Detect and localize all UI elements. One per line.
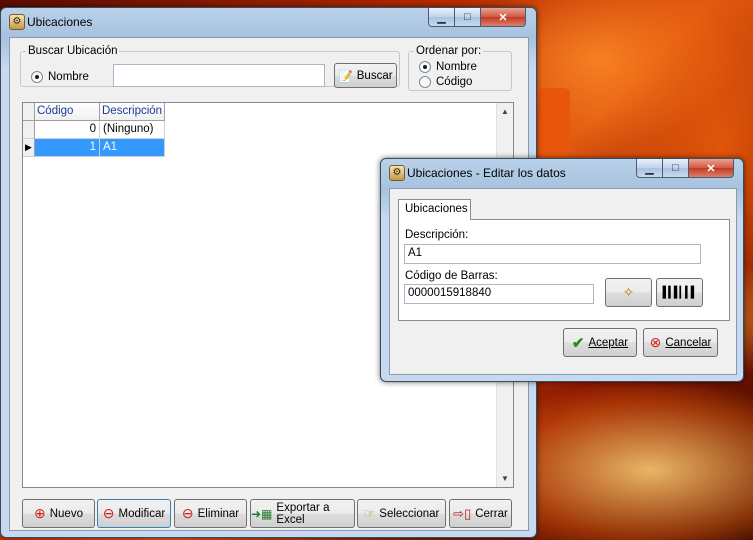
cell-codigo[interactable]: 1 [35,139,100,157]
radio-order-nombre[interactable]: Nombre [419,61,477,73]
scroll-down-icon[interactable]: ▼ [497,470,513,487]
codigo-barras-label: Código de Barras: [405,270,498,282]
minimize-button[interactable]: ▁ [636,159,663,178]
search-group-legend: Buscar Ubicación [28,45,118,57]
modificar-button-label: Modificar [118,507,166,520]
cancel-icon: ⊗ [649,334,662,350]
radio-indicator [31,71,43,83]
modificar-button[interactable]: ⊖ Modificar [97,499,171,528]
radio-order-codigo[interactable]: Código [419,76,472,88]
caption-buttons: ▁ □ ✕ [428,8,526,28]
cancelar-button-label: Cancelar [665,336,712,349]
add-icon: ⊕ [34,505,46,521]
maximize-button[interactable]: □ [455,8,481,27]
search-input[interactable] [113,64,325,87]
exportar-button-label: Exportar a Excel [276,501,330,526]
row-header[interactable] [23,121,35,139]
search-button[interactable]: 📝 Buscar [334,63,397,88]
seleccionar-button[interactable]: ☞ Seleccionar [357,499,446,528]
nuevo-button-label: Nuevo [49,507,83,520]
minimize-button[interactable]: ▁ [428,8,455,27]
desktop-shape [538,88,570,158]
search-group: Buscar Ubicación Nombre 📝 Buscar [20,45,400,88]
cancelar-button[interactable]: ⊗ Cancelar [643,328,718,357]
app-icon: ⚙ [389,165,405,181]
search-button-label: Buscar [356,69,393,82]
order-group: Ordenar por: Nombre Código [408,45,512,91]
cerrar-button[interactable]: ⇨▯ Cerrar [449,499,512,528]
tab-panel: Descripción: A1 Código de Barras: 000001… [398,219,730,321]
radio-indicator [419,61,431,73]
caption-buttons: ▁ □ ✕ [636,159,734,179]
aceptar-button[interactable]: ✔ Aceptar [563,328,637,357]
column-header-descripcion[interactable]: Descripción [100,103,165,121]
cerrar-button-label: Cerrar [475,507,508,520]
dialog-client-area: Ubicaciones Descripción: A1 Código de Ba… [389,188,737,375]
radio-order-nombre-label: Nombre [436,61,477,73]
descripcion-input[interactable]: A1 [404,244,701,264]
magic-wand-icon: ✧ [622,284,635,300]
delete-icon: ⊖ [181,505,194,521]
radio-search-nombre[interactable]: Nombre [31,71,89,83]
barcode-button[interactable]: ▌▍▌▎▍▌ [656,278,703,307]
radio-search-nombre-label: Nombre [48,71,89,83]
codigo-barras-input[interactable]: 0000015918840 [404,284,594,304]
edit-dialog: ⚙ Ubicaciones - Editar los datos ▁ □ ✕ U… [380,158,744,382]
descripcion-label: Descripción: [405,229,469,241]
barcode-icon: ▌▍▌▎▍▌ [662,286,698,299]
close-button[interactable]: ✕ [481,8,526,27]
scroll-up-icon[interactable]: ▲ [497,103,513,120]
generate-code-button[interactable]: ✧ [605,278,652,307]
window-title: Ubicaciones [27,15,93,29]
close-button[interactable]: ✕ [689,159,734,178]
exit-door-icon: ⇨▯ [453,505,472,521]
aceptar-button-label: Aceptar [588,336,629,349]
radio-order-codigo-label: Código [436,76,473,88]
radio-indicator [419,76,431,88]
select-icon: ☞ [363,505,376,521]
grid-corner [23,103,35,121]
seleccionar-button-label: Seleccionar [379,507,440,520]
cell-descripcion[interactable]: A1 [100,139,165,157]
row-header-current[interactable]: ▶ [23,139,35,157]
order-group-legend: Ordenar por: [416,45,482,57]
dialog-title: Ubicaciones - Editar los datos [407,166,566,180]
app-icon: ⚙ [9,14,25,30]
nuevo-button[interactable]: ⊕ Nuevo [22,499,95,528]
tab-ubicaciones[interactable]: Ubicaciones [398,199,471,220]
cell-codigo[interactable]: 0 [35,121,100,139]
edit-icon: ⊖ [102,505,115,521]
column-header-codigo[interactable]: Código [35,103,100,121]
eliminar-button[interactable]: ⊖ Eliminar [174,499,247,528]
cell-descripcion[interactable]: (Ninguno) [100,121,165,139]
checkmark-icon: ✔ [571,334,585,352]
eliminar-button-label: Eliminar [197,507,240,520]
search-icon: 📝 [338,70,353,83]
excel-icon: ➜▦ [251,506,273,521]
exportar-excel-button[interactable]: ➜▦ Exportar a Excel [250,499,355,528]
maximize-button[interactable]: □ [663,159,689,178]
